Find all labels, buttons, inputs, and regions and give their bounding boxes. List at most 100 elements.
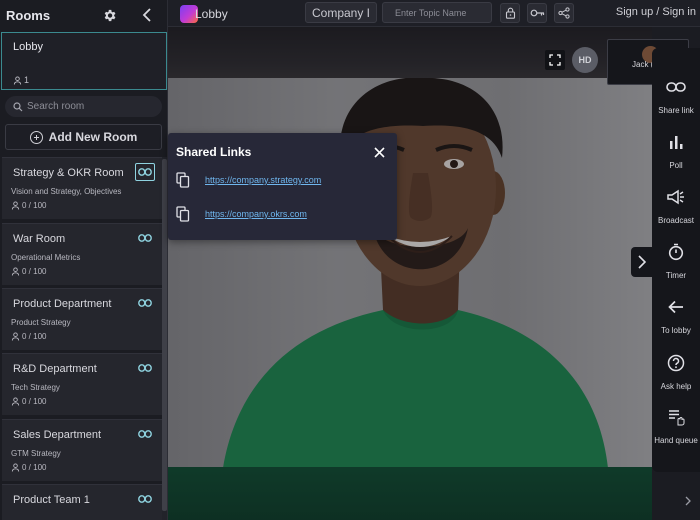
room-participant-count: 0 / 100 xyxy=(11,397,46,406)
search-icon xyxy=(13,101,23,111)
room-item-product-department[interactable]: Product Department Product Strategy 0 / … xyxy=(2,288,162,350)
room-participant-count: 0 / 100 xyxy=(11,463,46,472)
lobby-count-value: 1 xyxy=(24,75,30,85)
rail-label: Poll xyxy=(669,161,683,170)
rail-label: Timer xyxy=(665,271,687,280)
room-name: War Room xyxy=(13,233,66,245)
collapse-sidebar-icon[interactable] xyxy=(140,7,154,28)
close-icon[interactable] xyxy=(372,145,386,159)
fullscreen-icon xyxy=(549,54,561,66)
add-new-room-button[interactable]: Add New Room xyxy=(5,124,162,150)
lobby-room-card[interactable]: Lobby 1 xyxy=(1,32,167,90)
rail-item-poll[interactable]: Poll xyxy=(652,127,700,177)
sidebar-header: Rooms xyxy=(0,0,167,32)
room-list: Strategy & OKR Room Vision and Strategy,… xyxy=(0,157,168,520)
self-view-name: Jack ( xyxy=(632,60,654,69)
room-share-link-icon[interactable] xyxy=(135,163,155,181)
company-name-button[interactable]: Company I xyxy=(305,2,377,23)
room-share-link-icon[interactable] xyxy=(135,229,155,247)
rail-item-ask-help[interactable]: Ask help xyxy=(652,348,700,398)
lock-icon xyxy=(505,7,515,19)
chevron-right-icon xyxy=(637,255,646,269)
stopwatch-icon xyxy=(665,241,687,263)
room-name: Strategy & OKR Room xyxy=(13,167,124,179)
sidebar-title: Rooms xyxy=(6,8,51,23)
rail-label: Share link xyxy=(658,106,694,115)
room-participant-count: 0 / 100 xyxy=(11,332,46,341)
user-icon xyxy=(11,332,20,341)
search-room-box[interactable] xyxy=(5,96,162,117)
sign-up-sign-in-link[interactable]: Sign up / Sign in xyxy=(616,6,696,18)
room-item-strategy-okr[interactable]: Strategy & OKR Room Vision and Strategy,… xyxy=(2,157,162,219)
user-icon xyxy=(11,397,20,406)
user-icon xyxy=(11,463,20,472)
share-button[interactable] xyxy=(554,3,574,23)
scrollbar-thumb[interactable] xyxy=(162,159,167,511)
room-share-link-icon[interactable] xyxy=(135,490,155,508)
lobby-participant-count: 1 xyxy=(13,75,29,85)
copy-icon[interactable] xyxy=(175,206,191,222)
shared-link[interactable]: https://company.okrs.com xyxy=(205,209,307,219)
room-count-value: 0 / 100 xyxy=(22,201,47,210)
rail-label: Ask help xyxy=(660,382,692,391)
room-item-sales-department[interactable]: Sales Department GTM Strategy 0 / 100 xyxy=(2,419,162,481)
hd-quality-badge[interactable]: HD xyxy=(572,47,598,73)
room-description: Product Strategy xyxy=(11,318,71,327)
tools-rail: Share link Poll Broadcast Timer To lobby… xyxy=(652,48,700,472)
copy-icon[interactable] xyxy=(175,172,191,188)
share-icon xyxy=(558,7,570,19)
key-icon xyxy=(530,9,544,17)
room-participant-count: 0 / 100 xyxy=(11,267,46,276)
rail-item-share-link[interactable]: Share link xyxy=(652,72,700,122)
rail-item-broadcast[interactable]: Broadcast xyxy=(652,182,700,232)
lock-button[interactable] xyxy=(500,3,520,23)
megaphone-icon xyxy=(665,186,687,208)
fullscreen-button[interactable] xyxy=(545,50,565,70)
user-icon xyxy=(13,75,22,85)
arrow-left-icon xyxy=(665,296,687,318)
rail-item-timer[interactable]: Timer xyxy=(652,237,700,287)
add-new-room-label: Add New Room xyxy=(48,130,138,144)
room-count-value: 0 / 100 xyxy=(22,267,47,276)
chevron-right-icon[interactable] xyxy=(684,494,692,513)
question-icon xyxy=(665,352,687,374)
room-name: Product Team 1 xyxy=(13,494,90,506)
hand-queue-icon xyxy=(665,406,687,428)
shared-links-title: Shared Links xyxy=(176,145,252,159)
room-participant-count: 0 / 100 xyxy=(11,201,46,210)
bar-chart-icon xyxy=(665,131,687,153)
rail-item-to-lobby[interactable]: To lobby xyxy=(652,292,700,342)
room-share-link-icon[interactable] xyxy=(135,425,155,443)
room-description: Operational Metrics xyxy=(11,253,81,262)
link-icon xyxy=(665,76,687,98)
brand: Lobby xyxy=(180,4,228,23)
gear-icon[interactable] xyxy=(102,8,117,28)
room-name: Product Department xyxy=(13,298,112,310)
rail-label: To lobby xyxy=(661,326,691,335)
room-count-value: 0 / 100 xyxy=(22,332,47,341)
room-item-rd-department[interactable]: R&D Department Tech Strategy 0 / 100 xyxy=(2,353,162,415)
rail-item-hand-queue[interactable]: Hand queue xyxy=(652,402,700,452)
topic-name-input[interactable] xyxy=(382,2,492,23)
shared-link-row: https://company.strategy.com xyxy=(175,170,385,190)
rail-label: Broadcast xyxy=(657,216,695,225)
room-count-value: 0 / 100 xyxy=(22,397,47,406)
main-video-stage: HD xyxy=(168,27,652,520)
shared-link[interactable]: https://company.strategy.com xyxy=(205,175,321,185)
room-item-product-team-1[interactable]: Product Team 1 xyxy=(2,484,162,520)
shared-links-popover: Shared Links https://company.strategy.co… xyxy=(168,133,397,240)
room-share-link-icon[interactable] xyxy=(135,294,155,312)
room-share-link-icon[interactable] xyxy=(135,359,155,377)
video-dim-overlay xyxy=(168,27,652,520)
room-item-war-room[interactable]: War Room Operational Metrics 0 / 100 xyxy=(2,223,162,285)
search-room-input[interactable] xyxy=(27,101,157,112)
lobby-room-name: Lobby xyxy=(13,41,43,53)
user-icon xyxy=(11,201,20,210)
key-button[interactable] xyxy=(527,3,547,23)
rail-toggle-button[interactable] xyxy=(631,247,652,277)
room-description: Tech Strategy xyxy=(11,383,60,392)
room-list-scrollbar[interactable] xyxy=(162,157,167,520)
room-name: R&D Department xyxy=(13,363,97,375)
top-bar: Lobby Company I Sign up / Sign in xyxy=(168,0,700,27)
shared-link-row: https://company.okrs.com xyxy=(175,204,385,224)
